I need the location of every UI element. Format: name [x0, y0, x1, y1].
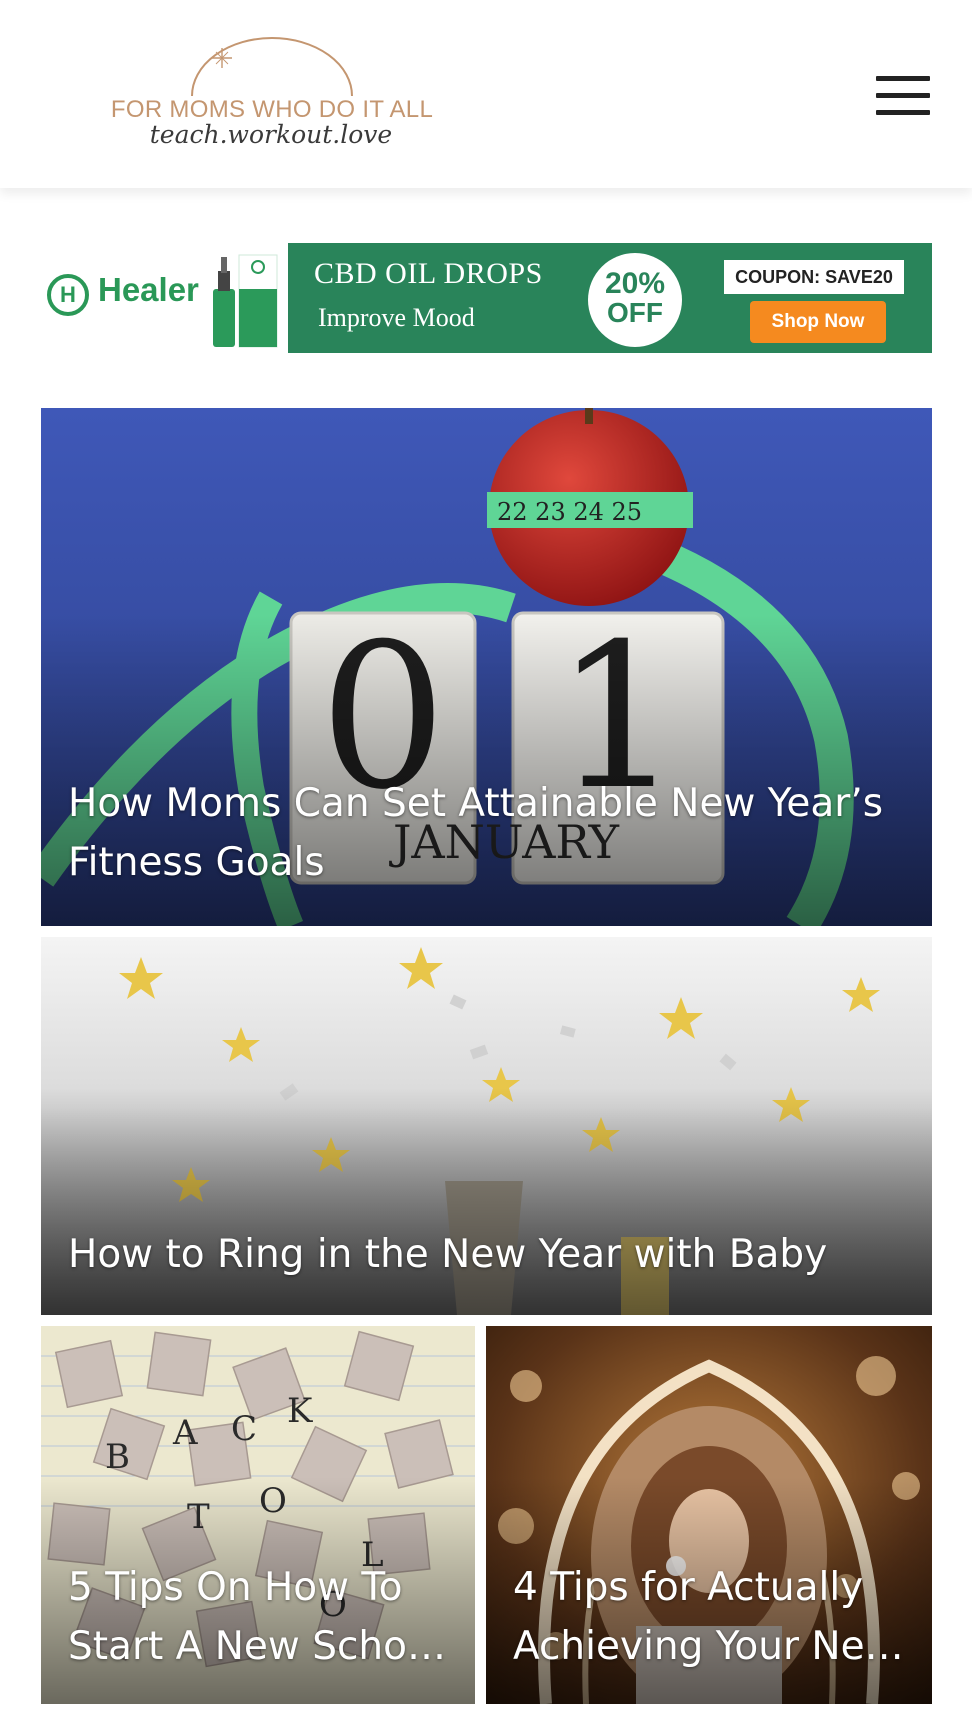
svg-text:22 23 24 25: 22 23 24 25: [497, 498, 642, 526]
svg-text:A: A: [172, 1413, 198, 1453]
article-card-new-years-resolutions[interactable]: 4 Tips for Actually Achieving Your New Y…: [486, 1326, 932, 1704]
ad-offer-panel: CBD OIL DROPS Improve Mood 20% OFF COUPO…: [288, 243, 932, 353]
article-title[interactable]: How Moms Can Set Attainable New Year’s F…: [68, 774, 908, 892]
healer-logo-icon: H: [47, 274, 89, 316]
ad-brand-name: Healer: [98, 271, 199, 308]
article-card-school-year[interactable]: BAC KTO LO 5 Tips On How To Start A New …: [41, 1326, 475, 1704]
hamburger-menu-icon[interactable]: [874, 72, 932, 120]
article-card-ring-in-new-year[interactable]: How to Ring in the New Year with Baby: [41, 937, 932, 1315]
svg-text:K: K: [287, 1391, 313, 1431]
ad-brand-panel: H Healer: [41, 243, 288, 353]
shop-now-button[interactable]: Shop Now: [750, 301, 886, 343]
ad-subtitle: Improve Mood: [318, 303, 475, 332]
article-title[interactable]: How to Ring in the New Year with Baby: [68, 1225, 908, 1284]
article-title[interactable]: 4 Tips for Actually Achieving Your New Y…: [513, 1558, 913, 1676]
ad-coupon-code: COUPON: SAVE20: [724, 260, 904, 294]
ad-discount-off: OFF: [607, 297, 663, 328]
article-title[interactable]: 5 Tips On How To Start A New School Year: [68, 1558, 458, 1676]
ad-discount-badge: 20% OFF: [588, 253, 682, 347]
ad-banner[interactable]: H Healer CBD OIL DROPS Improve Mood 20% …: [41, 243, 932, 353]
site-header: FOR MOMS WHO DO IT ALL teach.workout.lov…: [0, 0, 972, 188]
svg-text:C: C: [231, 1409, 257, 1449]
ad-title: CBD OIL DROPS: [314, 257, 543, 290]
logo-tagline: teach.workout.love: [149, 120, 393, 149]
cbd-bottle-icon: [213, 254, 278, 348]
site-logo[interactable]: FOR MOMS WHO DO IT ALL teach.workout.lov…: [96, 34, 446, 156]
article-card-fitness-goals[interactable]: 0 1 JANUARY 22 23 24 25 How Moms Can Set…: [41, 408, 932, 926]
svg-text:B: B: [105, 1437, 130, 1477]
ad-discount-percent: 20%: [604, 267, 666, 300]
